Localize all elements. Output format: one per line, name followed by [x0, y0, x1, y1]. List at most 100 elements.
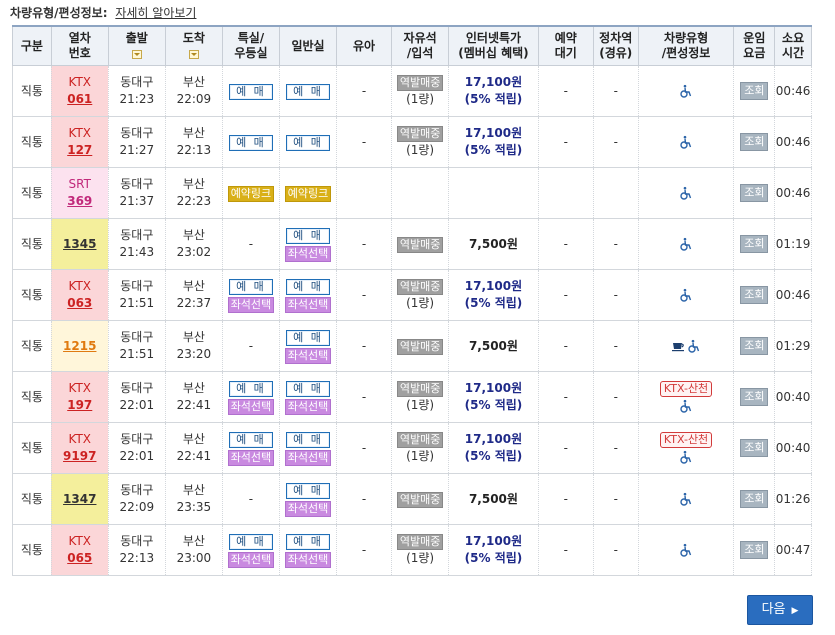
reserve-button[interactable]: 예 매	[286, 278, 330, 295]
seat-select-button[interactable]: 좌석선택	[285, 398, 331, 415]
fare-lookup-button[interactable]: 조회	[740, 439, 769, 457]
departure-time: 22:13	[119, 551, 155, 565]
seat-select-button[interactable]: 좌석선택	[285, 245, 331, 262]
route-type-cell: 직통	[12, 473, 52, 525]
reserve-link-button[interactable]: 예약링크	[285, 185, 331, 202]
duration-cell: 01:19	[774, 218, 812, 270]
seat-select-button[interactable]: 좌석선택	[285, 551, 331, 568]
fare-lookup-button[interactable]: 조회	[740, 541, 769, 559]
stops-cell: -	[592, 65, 639, 117]
arrival-cell: 부산 23:00	[164, 524, 223, 576]
departure-station: 동대구	[120, 228, 154, 242]
fare-lookup-button[interactable]: 조회	[740, 184, 769, 202]
reserve-button[interactable]: 예 매	[286, 431, 330, 448]
sort-icon[interactable]	[188, 50, 199, 59]
train-number-link[interactable]: 369	[67, 194, 92, 208]
col-departure[interactable]: 출발	[107, 25, 166, 66]
reserve-button[interactable]: 예 매	[286, 227, 330, 244]
reserve-button[interactable]: 예 매	[286, 533, 330, 550]
wheelchair-icon	[687, 339, 701, 353]
free-seat-cell: 역발매중	[391, 473, 450, 525]
col-arrival[interactable]: 도착	[164, 25, 223, 66]
sort-icon[interactable]	[131, 50, 142, 59]
train-number-link[interactable]: 061	[67, 92, 92, 106]
first-class-cell: 예 매 좌석선택	[221, 524, 280, 576]
wheelchair-icon	[679, 450, 693, 464]
infant-cell: -	[336, 65, 393, 117]
station-sale-badge: 역발매중	[397, 279, 444, 295]
vehicle-info-bar: 차량유형/편성정보: 자세히 알아보기	[10, 4, 196, 22]
col-free-seat: 자유석/입석	[391, 25, 450, 66]
seat-select-button[interactable]: 좌석선택	[285, 500, 331, 517]
fare-lookup-button[interactable]: 조회	[740, 490, 769, 508]
train-number-link[interactable]: 065	[67, 551, 92, 565]
empty-value: -	[613, 134, 618, 149]
reserve-button[interactable]: 예 매	[228, 83, 273, 100]
reserve-button[interactable]: 예 매	[228, 431, 273, 448]
reserve-button[interactable]: 예 매	[286, 83, 330, 100]
internet-price-cell: 17,100원 (5% 적립)	[448, 371, 539, 423]
station-sale-badge: 역발매중	[397, 432, 444, 448]
reserve-link-button[interactable]: 예약링크	[227, 185, 274, 202]
departure-time: 21:23	[119, 92, 155, 106]
economy-cell: 예 매	[278, 116, 338, 168]
next-page-button[interactable]: 다음 ▶	[747, 595, 813, 625]
reserve-button[interactable]: 예 매	[286, 329, 330, 346]
empty-value: -	[248, 338, 254, 353]
seat-select-button[interactable]: 좌석선택	[227, 449, 274, 466]
train-number-cell: KTX 061	[50, 65, 109, 117]
free-seat-cell: 역발매중	[391, 218, 450, 270]
empty-value: -	[613, 440, 618, 455]
arrival-cell: 부산 22:37	[164, 269, 223, 321]
reserve-button[interactable]: 예 매	[286, 482, 330, 499]
station-sale-badge: 역발매중	[397, 491, 444, 508]
fare-lookup-button[interactable]: 조회	[740, 235, 769, 253]
seat-select-button[interactable]: 좌석선택	[227, 551, 274, 568]
col-duration: 소요 시간	[774, 25, 812, 66]
seat-select-button[interactable]: 좌석선택	[285, 347, 331, 364]
empty-value: -	[563, 236, 568, 251]
seat-select-button[interactable]: 좌석선택	[285, 296, 331, 313]
fare-lookup-button[interactable]: 조회	[740, 82, 769, 100]
reserve-button[interactable]: 예 매	[228, 380, 273, 397]
col-waitlist: 예약 대기	[537, 25, 594, 66]
reserve-button[interactable]: 예 매	[228, 134, 273, 151]
arrival-cell: 부산 23:20	[164, 320, 223, 372]
route-type-cell: 직통	[12, 371, 52, 423]
train-number-link[interactable]: 1347	[63, 492, 96, 506]
train-number-link[interactable]: 063	[67, 296, 92, 310]
train-number-link[interactable]: 127	[67, 143, 92, 157]
price: 7,500원	[468, 236, 518, 251]
train-type: KTX	[68, 126, 92, 140]
wheelchair-icon	[679, 492, 693, 506]
details-link[interactable]: 자세히 알아보기	[115, 6, 196, 20]
departure-cell: 동대구 22:01	[107, 371, 166, 423]
fare-lookup-button[interactable]: 조회	[740, 388, 769, 406]
train-number-link[interactable]: 9197	[63, 449, 96, 463]
reserve-button[interactable]: 예 매	[286, 134, 330, 151]
train-number-link[interactable]: 197	[67, 398, 92, 412]
duration: 00:46	[775, 83, 811, 98]
fare-lookup-button[interactable]: 조회	[740, 337, 769, 355]
reserve-button[interactable]: 예 매	[228, 533, 273, 550]
reserve-button[interactable]: 예 매	[228, 278, 273, 295]
route-type: 직통	[20, 542, 43, 557]
seat-select-button[interactable]: 좌석선택	[285, 449, 331, 466]
train-number-link[interactable]: 1215	[63, 339, 96, 353]
price: 7,500원	[468, 491, 518, 506]
first-class-cell: 예 매 좌석선택	[221, 269, 280, 321]
arrival-cell: 부산 22:23	[164, 167, 223, 219]
col-vehicle-type: 차량유형/편성정보	[637, 25, 735, 66]
free-seat-cell: 역발매중 (1량)	[391, 524, 450, 576]
train-number-link[interactable]: 1345	[63, 237, 96, 251]
fare-lookup-button[interactable]: 조회	[740, 286, 769, 304]
reserve-button[interactable]: 예 매	[286, 380, 330, 397]
internet-price-cell: 17,100원 (5% 적립)	[448, 269, 539, 321]
departure-station: 동대구	[120, 330, 154, 344]
seat-select-button[interactable]: 좌석선택	[227, 296, 274, 313]
col-economy: 일반실	[278, 25, 338, 66]
fare-lookup-button[interactable]: 조회	[740, 133, 769, 151]
arrival-cell: 부산 23:02	[164, 218, 223, 270]
seat-select-button[interactable]: 좌석선택	[227, 398, 274, 415]
empty-value: -	[361, 338, 367, 353]
